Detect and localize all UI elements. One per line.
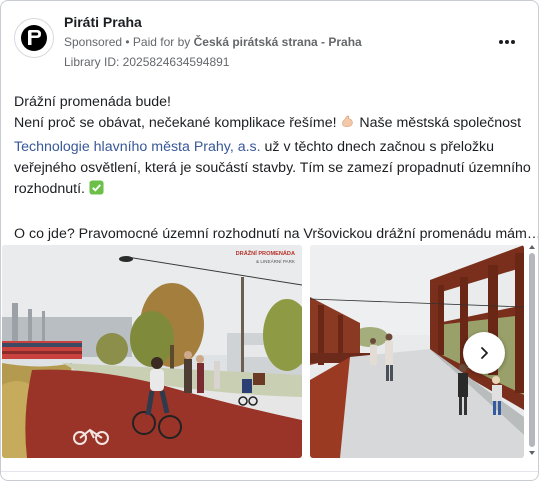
scroll-down-arrow-icon[interactable] <box>528 449 536 457</box>
post-text-line: rozhodnutí. <box>14 179 530 202</box>
post-text-fragment: Naše městská společnost <box>355 115 522 132</box>
watermark-title: DRÁŽNÍ PROMENÁDA <box>236 249 295 257</box>
post-text-fragment: Není proč se obávat, nečekané komplikace… <box>14 115 341 132</box>
scrollbar-thumb[interactable] <box>529 253 535 447</box>
chevron-right-icon <box>481 347 488 359</box>
paid-for-by: Česká pirátská strana - Praha <box>193 35 362 49</box>
post-text-spacer <box>14 202 530 223</box>
watermark-subtitle: & LINEÁRNÍ PARK <box>256 258 296 264</box>
sponsored-meta: Sponsored • Paid for by Česká pirátská s… <box>64 35 362 49</box>
post-text: Drážní promenáda bude! Není proč se obáv… <box>14 92 538 245</box>
sponsored-label: Sponsored <box>64 35 123 49</box>
library-id: Library ID: 2025824634594891 <box>64 55 230 69</box>
pirate-flag-logo-icon <box>21 25 47 51</box>
carousel-next-button[interactable] <box>463 332 505 374</box>
company-link[interactable]: Technologie hlavního města Prahy, a.s. <box>14 139 261 155</box>
scroll-up-arrow-icon[interactable] <box>528 243 536 251</box>
paid-for-prefix: Paid for by <box>132 35 194 49</box>
carousel-image-promenade-park[interactable]: DRÁŽNÍ PROMENÁDA & LINEÁRNÍ PARK <box>2 245 302 458</box>
post-text-line: veřejného osvětlení, která je součástí s… <box>14 159 531 176</box>
post-text-line: Drážní promenáda bude! <box>14 94 171 110</box>
page-name[interactable]: Piráti Praha <box>64 14 142 30</box>
more-dot <box>499 40 503 44</box>
page-avatar[interactable] <box>14 18 54 58</box>
check-mark-icon <box>89 180 104 202</box>
more-options-button[interactable] <box>496 32 518 52</box>
image-carousel: DRÁŽNÍ PROMENÁDA & LINEÁRNÍ PARK <box>1 245 538 459</box>
post-text-fragment: rozhodnutí. <box>14 181 89 198</box>
ad-post-card: Piráti Praha Sponsored • Paid for by Čes… <box>0 0 539 481</box>
muscle-emoji-icon <box>340 114 355 136</box>
post-text-line: Technologie hlavního města Prahy, a.s. u… <box>14 137 530 158</box>
card-divider <box>1 471 538 472</box>
carousel-scrollbar[interactable] <box>528 243 536 459</box>
meta-separator: • <box>122 35 133 49</box>
post-text-line[interactable]: O co jde? Pravomocné územní rozhodnutí n… <box>14 224 538 245</box>
post-text-line: Není proč se obávat, nečekané komplikace… <box>14 113 530 136</box>
more-dot <box>505 40 509 44</box>
post-text-fragment: už v těchto dnech začnou s přeložku <box>260 138 495 155</box>
more-dot <box>511 40 515 44</box>
